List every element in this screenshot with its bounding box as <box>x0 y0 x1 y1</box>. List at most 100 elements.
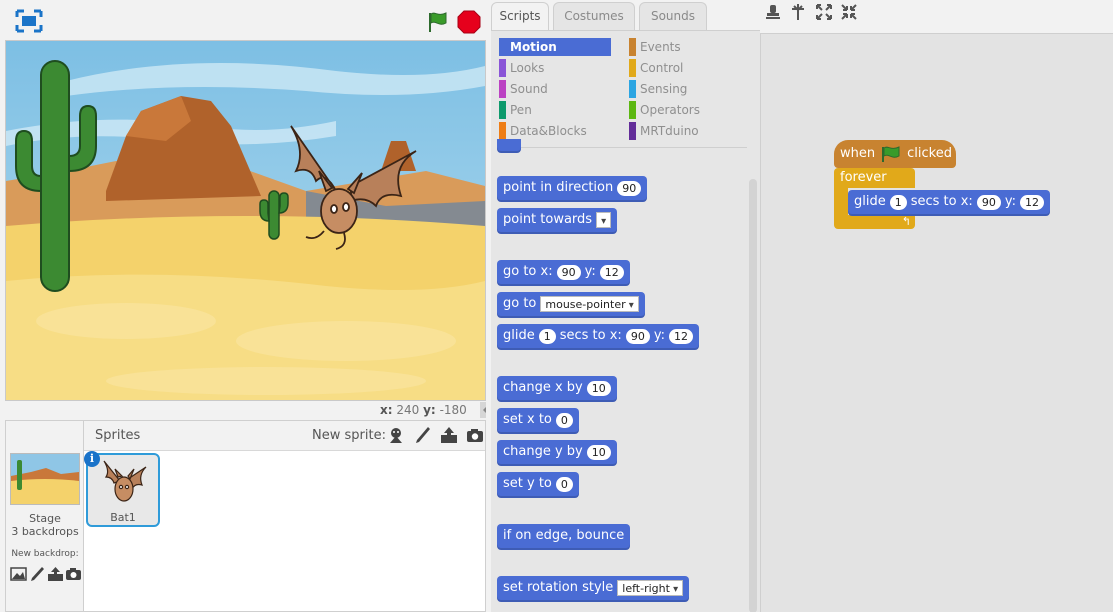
block-text: y: <box>584 264 596 279</box>
shrink-icon[interactable] <box>840 3 858 21</box>
category-sound[interactable]: Sound <box>499 80 611 98</box>
category-label: Events <box>640 40 681 54</box>
category-control[interactable]: Control <box>629 59 741 77</box>
block-text: secs to x: <box>910 194 973 209</box>
category-mrtduino[interactable]: MRTduino <box>629 122 741 140</box>
value-input[interactable]: 10 <box>586 444 611 460</box>
category-label: MRTduino <box>640 124 699 138</box>
paint-brush-icon[interactable] <box>28 566 45 582</box>
direction-input[interactable]: 90 <box>617 180 642 196</box>
point-in-direction-block[interactable]: point in direction 90 <box>497 176 648 200</box>
delete-scissors-icon[interactable] <box>789 3 807 21</box>
set-y-block[interactable]: set y to 0 <box>497 472 579 496</box>
fullscreen-icon[interactable] <box>15 9 43 33</box>
category-label: Pen <box>510 103 532 117</box>
forever-block-arm <box>834 188 848 215</box>
block-text: point in direction <box>503 180 614 195</box>
value-input[interactable]: 0 <box>555 412 573 428</box>
category-events[interactable]: Events <box>629 38 741 56</box>
upload-icon[interactable] <box>440 426 457 443</box>
palette-scrollbar[interactable] <box>749 179 757 612</box>
tab-sounds[interactable]: Sounds <box>639 2 707 30</box>
rotation-dropdown[interactable]: left-right <box>617 580 684 596</box>
secs-input[interactable]: 1 <box>889 194 907 210</box>
y-input[interactable]: 12 <box>599 264 624 280</box>
stage-thumbnail[interactable] <box>10 453 80 505</box>
stage-thumbnail-column[interactable]: Stage 3 backdrops New backdrop: <box>6 421 84 611</box>
target-dropdown[interactable]: mouse-pointer <box>540 296 639 312</box>
category-swatch <box>629 59 636 77</box>
x-input[interactable]: 90 <box>976 194 1001 210</box>
backdrop-library-icon[interactable] <box>10 566 27 582</box>
category-motion[interactable]: Motion <box>499 38 611 56</box>
new-backdrop-tools <box>10 566 82 584</box>
category-pen[interactable]: Pen <box>499 101 611 119</box>
duplicate-stamp-icon[interactable] <box>764 3 782 21</box>
block-text: go to x: <box>503 264 553 279</box>
when-flag-clicked-block[interactable]: when clicked <box>834 140 956 168</box>
mouse-coordinates: x: 240 y: -180 <box>380 403 480 419</box>
secs-input[interactable]: 1 <box>538 328 556 344</box>
x-input[interactable]: 90 <box>556 264 581 280</box>
set-x-block[interactable]: set x to 0 <box>497 408 579 432</box>
stage-canvas[interactable] <box>5 40 486 401</box>
block-text: change y by <box>503 444 583 459</box>
script-glide-block[interactable]: glide 1 secs to x: 90 y: 12 <box>848 190 1050 214</box>
green-flag-icon[interactable] <box>426 10 450 34</box>
category-swatch <box>499 38 506 56</box>
category-looks[interactable]: Looks <box>499 59 611 77</box>
editor-tabs: Scripts Costumes Sounds <box>491 0 761 31</box>
point-towards-block[interactable]: point towards <box>497 208 618 232</box>
block-text: clicked <box>907 146 952 161</box>
sprite-library-icon[interactable] <box>387 426 404 443</box>
info-icon[interactable]: i <box>84 451 100 467</box>
forever-block[interactable]: forever <box>834 168 915 188</box>
camera-icon[interactable] <box>466 426 483 442</box>
new-sprite-label: New sprite: <box>312 428 386 443</box>
category-swatch <box>499 101 506 119</box>
block-text: glide <box>854 194 886 209</box>
block-text: change x by <box>503 380 583 395</box>
sprite-tile-bat1[interactable]: i Bat1 <box>84 451 160 527</box>
grow-icon[interactable] <box>815 3 833 21</box>
stop-icon[interactable] <box>457 10 481 34</box>
category-swatch <box>629 38 636 56</box>
new-sprite-tools <box>387 426 483 446</box>
go-to-block[interactable]: go to mouse-pointer <box>497 292 645 316</box>
category-label: Sound <box>510 82 548 96</box>
bat-sprite-thumbnail <box>100 457 148 509</box>
category-swatch <box>629 101 636 119</box>
camera-icon[interactable] <box>65 566 82 582</box>
y-input[interactable]: 12 <box>668 328 693 344</box>
x-value: 240 <box>396 403 420 417</box>
y-input[interactable]: 12 <box>1019 194 1044 210</box>
sprites-header: Sprites New sprite: <box>84 421 485 451</box>
category-label: Sensing <box>640 82 688 96</box>
tab-scripts[interactable]: Scripts <box>491 2 549 31</box>
value-input[interactable]: 0 <box>555 476 573 492</box>
block-text: forever <box>840 170 887 185</box>
script-area[interactable]: when clicked forever ↰ glide 1 secs to x… <box>760 33 1113 612</box>
category-sensing[interactable]: Sensing <box>629 80 741 98</box>
change-y-block[interactable]: change y by 10 <box>497 440 617 464</box>
rotation-style-block[interactable]: set rotation style left-right <box>497 576 690 600</box>
change-x-block[interactable]: change x by 10 <box>497 376 617 400</box>
loop-arrow-icon: ↰ <box>901 215 911 228</box>
cursor-toolbar <box>760 0 1113 30</box>
paint-brush-icon[interactable] <box>413 426 431 443</box>
green-flag-icon <box>882 146 900 162</box>
sprite-name: Bat1 <box>110 511 136 524</box>
go-to-xy-block[interactable]: go to x: 90 y: 12 <box>497 260 630 284</box>
tab-costumes[interactable]: Costumes <box>553 2 635 30</box>
value-input[interactable]: 10 <box>586 380 611 396</box>
forever-block-bottom: ↰ <box>834 215 915 229</box>
target-dropdown[interactable] <box>596 212 612 228</box>
bounce-block[interactable]: if on edge, bounce <box>497 524 631 548</box>
upload-icon[interactable] <box>47 566 64 582</box>
category-operators[interactable]: Operators <box>629 101 741 119</box>
category-data-blocks[interactable]: Data&Blocks <box>499 122 611 140</box>
category-swatch <box>499 122 506 140</box>
block-text: when <box>840 146 876 161</box>
x-input[interactable]: 90 <box>625 328 650 344</box>
glide-block[interactable]: glide 1 secs to x: 90 y: 12 <box>497 324 699 348</box>
